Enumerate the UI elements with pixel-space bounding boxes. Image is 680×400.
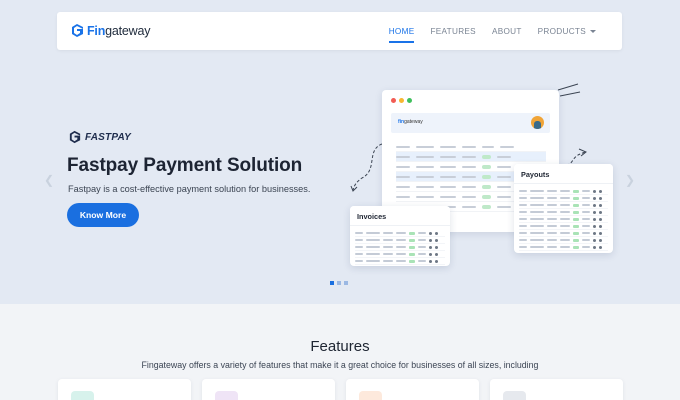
features-title: Features — [310, 338, 370, 355]
cube-icon — [215, 391, 238, 400]
hero-title: Fastpay Payment Solution — [67, 155, 303, 176]
table-row — [519, 188, 608, 195]
window-controls — [391, 98, 412, 103]
table-row — [519, 230, 608, 237]
features-subtitle: Fingateway offers a variety of features … — [141, 360, 539, 370]
feature-card[interactable] — [346, 379, 479, 400]
payouts-title: Payouts — [521, 170, 550, 179]
maximize-dot-icon — [407, 98, 412, 103]
table-row — [519, 195, 608, 202]
carousel-next-icon[interactable]: ❯ — [625, 173, 635, 187]
table-row — [519, 244, 608, 251]
slide-indicator-2[interactable] — [337, 281, 341, 285]
table-row — [355, 237, 445, 244]
caret-down-icon — [590, 29, 596, 33]
know-more-button[interactable]: Know More — [67, 203, 139, 227]
slide-indicator-3[interactable] — [344, 281, 348, 285]
invoices-table — [355, 230, 445, 265]
invoices-panel: Invoices — [350, 206, 450, 266]
fastpay-logo-text: FASTPAY — [85, 131, 132, 143]
mockup-header: fingateway — [391, 113, 550, 133]
nav-products-label: PRODUCTS — [537, 26, 586, 36]
brand-logo[interactable]: Fingateway — [70, 23, 151, 38]
table-row — [355, 258, 445, 265]
payouts-panel: Payouts — [514, 164, 613, 253]
table-row — [519, 202, 608, 209]
fastpay-logo: FASTPAY — [68, 130, 131, 144]
nav-home[interactable]: HOME — [388, 23, 415, 43]
table-row — [355, 230, 445, 237]
clipboard-icon — [71, 391, 94, 400]
carousel-indicators — [330, 281, 348, 285]
invoices-title: Invoices — [357, 212, 387, 221]
nav-about[interactable]: ABOUT — [492, 23, 522, 40]
nav-features[interactable]: FEATURES — [430, 23, 475, 40]
fastpay-logo-icon — [69, 130, 81, 144]
slide-indicator-1[interactable] — [330, 281, 334, 285]
carousel-prev-icon[interactable]: ❮ — [44, 173, 54, 187]
payouts-table — [519, 188, 608, 251]
table-row — [355, 251, 445, 258]
navbar: Fingateway HOME FEATURES ABOUT PRODUCTS — [57, 12, 622, 50]
table-row — [519, 237, 608, 244]
feature-card[interactable] — [58, 379, 191, 400]
table-row — [519, 216, 608, 223]
fingateway-logo-icon — [72, 24, 83, 37]
main-nav: HOME FEATURES ABOUT PRODUCTS — [388, 12, 596, 50]
table-row — [396, 142, 546, 152]
document-icon — [359, 391, 382, 400]
clock-icon — [503, 391, 526, 400]
table-row — [355, 244, 445, 251]
feature-card[interactable] — [202, 379, 335, 400]
table-row — [519, 209, 608, 216]
minimize-dot-icon — [399, 98, 404, 103]
sparkle-lines-icon — [557, 83, 581, 97]
mockup-brand: fingateway — [398, 119, 423, 125]
avatar — [531, 116, 544, 129]
table-row — [396, 152, 546, 162]
brand-name: Fingateway — [87, 23, 151, 38]
nav-products[interactable]: PRODUCTS — [538, 23, 596, 40]
hero-subtitle: Fastpay is a cost-effective payment solu… — [68, 184, 311, 194]
table-row — [519, 223, 608, 230]
feature-card[interactable] — [490, 379, 623, 400]
close-dot-icon — [391, 98, 396, 103]
